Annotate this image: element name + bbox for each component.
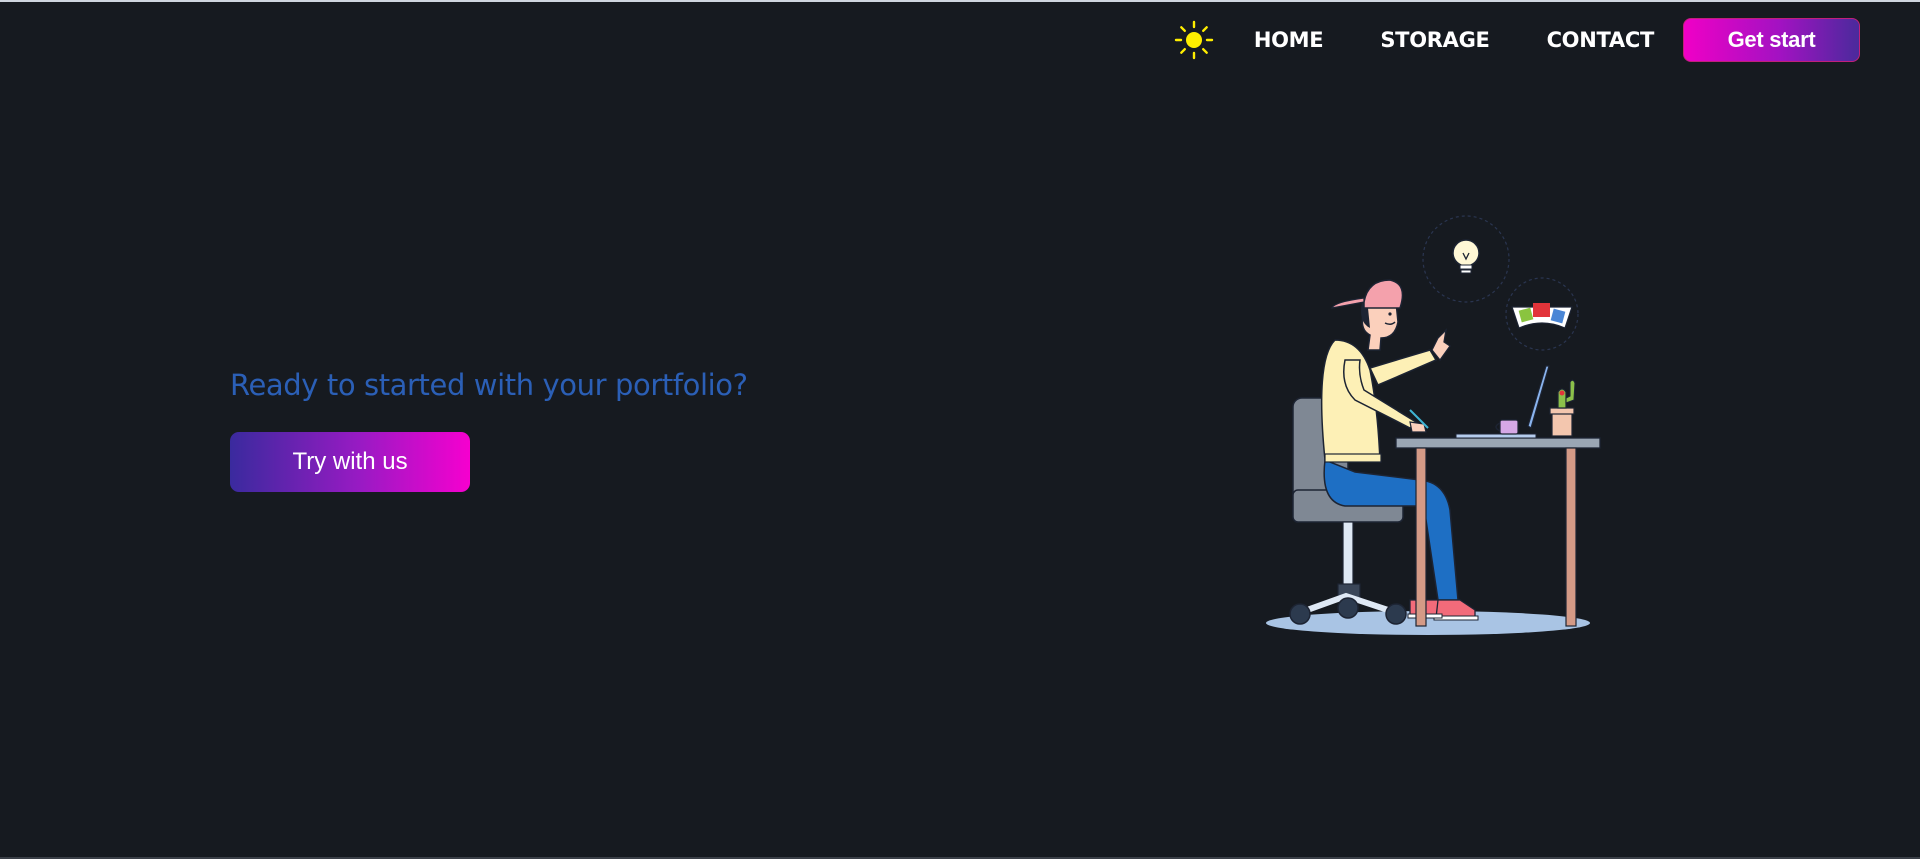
lightbulb-icon [1422, 215, 1510, 303]
landing-page: HOME STORAGE CONTACT Get start Ready to … [0, 0, 1920, 859]
nav-link-home[interactable]: HOME [1254, 28, 1324, 52]
person-head [1331, 279, 1404, 351]
coffee-mug [1495, 419, 1519, 435]
cactus-plant [1549, 379, 1576, 437]
person-working-at-desk-illustration [1266, 215, 1601, 635]
theme-toggle-button[interactable] [1174, 20, 1214, 60]
photos-icon [1505, 277, 1579, 351]
hero-heading: Ready to started with your portfolio? [230, 368, 748, 402]
get-start-button[interactable]: Get start [1683, 18, 1860, 62]
nav-link-contact[interactable]: CONTACT [1547, 28, 1655, 52]
sun-icon [1174, 20, 1214, 60]
top-navbar: HOME STORAGE CONTACT Get start [1174, 18, 1860, 62]
desk [1395, 437, 1601, 627]
try-with-us-button[interactable]: Try with us [230, 432, 470, 492]
nav-link-storage[interactable]: STORAGE [1380, 28, 1490, 52]
